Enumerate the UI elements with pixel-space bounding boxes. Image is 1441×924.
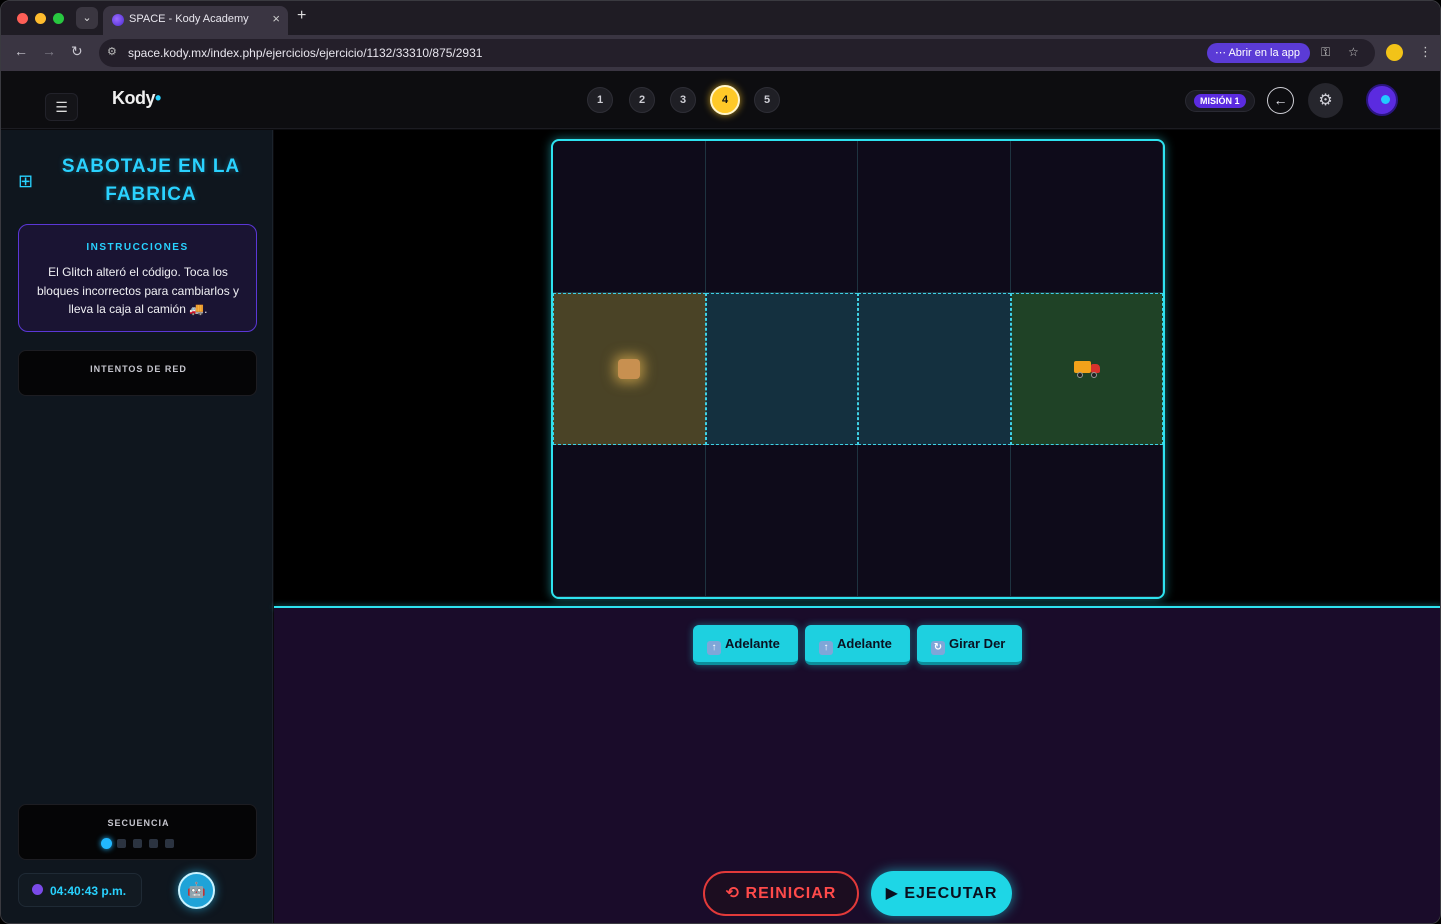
open-in-app-label: Abrir en la app — [1228, 47, 1300, 59]
close-window-button[interactable] — [17, 13, 28, 24]
settings-gear-icon[interactable]: ⚙ — [1308, 83, 1343, 118]
grid-cell — [1010, 445, 1163, 597]
instructions-label: INSTRUCCIONES — [86, 242, 189, 253]
start-cell — [553, 293, 706, 445]
run-button-label: EJECUTAR — [904, 885, 998, 902]
truck-icon — [1073, 361, 1100, 378]
browser-menu-icon[interactable]: ⋮ — [1419, 44, 1432, 60]
new-tab-button[interactable]: + — [297, 7, 306, 25]
robot-assistant-button[interactable]: 🤖 — [178, 872, 215, 909]
app-header: ☰ Kody• 1 2 3 4 5 MISIÓN 1 ← ⚙ — [1, 71, 1440, 129]
site-settings-icon[interactable]: ⚙ — [107, 45, 117, 58]
step-4-active[interactable]: 4 — [710, 85, 740, 115]
sequence-panel: SECUENCIA — [18, 804, 257, 860]
code-workspace: ↑ Adelante ↑ Adelante ↻ Girar Der ⟲ REINICIAR… — [274, 608, 1440, 923]
logo-dot: • — [155, 88, 161, 108]
back-arrow-icon[interactable]: ← — [14, 43, 28, 59]
step-5[interactable]: 5 — [754, 87, 780, 113]
sequence-label: SECUENCIA — [107, 818, 170, 828]
hamburger-menu-button[interactable]: ☰ — [45, 93, 78, 121]
clock-widget: 04:40:43 p.m. — [18, 873, 142, 907]
step-1[interactable]: 1 — [587, 87, 613, 113]
browser-tab[interactable]: SPACE - Kody Academy × — [103, 6, 288, 35]
bookmark-star-icon[interactable]: ☆ — [1348, 45, 1359, 59]
chip-icon: ⊞ — [18, 171, 34, 191]
arrow-up-icon: ↑ — [707, 641, 721, 655]
step-2[interactable]: 2 — [629, 87, 655, 113]
site-favicon-icon — [112, 14, 124, 26]
code-block-girar-der[interactable]: ↻ Girar Der — [917, 625, 1022, 665]
password-key-icon[interactable]: ⚿ — [1321, 45, 1330, 60]
profile-icon[interactable] — [1386, 44, 1403, 61]
grid-cell — [858, 445, 1011, 597]
kody-logo[interactable]: Kody• — [112, 88, 161, 109]
user-avatar[interactable] — [1366, 84, 1398, 116]
mission-title-line2: FABRICA — [105, 184, 197, 205]
url-text[interactable]: space.kody.mx/index.php/ejercicios/ejerc… — [128, 46, 482, 60]
address-bar-row: ← → ↻ ⚙ space.kody.mx/index.php/ejercici… — [1, 35, 1440, 71]
instructions-card: INSTRUCCIONES El Glitch alteró el código… — [18, 224, 257, 332]
sequence-dot — [117, 839, 126, 848]
mission-title: SABOTAJE EN LA FABRICA — [41, 153, 261, 209]
sidebar: ⊞ SABOTAJE EN LA FABRICA INSTRUCCIONES E… — [1, 130, 273, 923]
reload-icon[interactable]: ↻ — [71, 43, 83, 60]
forward-arrow-icon[interactable]: → — [42, 43, 56, 59]
code-block-adelante[interactable]: ↑ Adelante — [693, 625, 798, 665]
path-cell — [858, 293, 1011, 445]
mission-title-line1: SABOTAJE EN LA — [61, 156, 241, 177]
run-button[interactable]: ▶ EJECUTAR — [871, 871, 1012, 916]
clock-icon — [32, 884, 43, 895]
url-field[interactable]: ⚙ space.kody.mx/index.php/ejercicios/eje… — [99, 39, 1375, 67]
sequence-dot — [101, 838, 112, 849]
code-block-label: Adelante — [837, 636, 892, 651]
code-block-label: Girar Der — [949, 636, 1006, 651]
sequence-dot — [133, 839, 142, 848]
maximize-window-button[interactable] — [53, 13, 64, 24]
tab-search-button[interactable]: ⌄ — [76, 7, 98, 29]
clock-time: 04:40:43 p.m. — [50, 884, 127, 898]
grid-cell — [1010, 141, 1163, 293]
tab-close-icon[interactable]: × — [272, 11, 280, 26]
network-attempts-panel: INTENTOS DE RED — [18, 350, 257, 396]
arrow-up-icon: ↑ — [819, 641, 833, 655]
grid-cell — [705, 141, 858, 293]
reset-button-label: REINICIAR — [745, 885, 837, 902]
tab-title: SPACE - Kody Academy — [129, 13, 249, 25]
game-grid — [551, 139, 1165, 599]
code-block-adelante[interactable]: ↑ Adelante — [805, 625, 910, 665]
reset-button[interactable]: ⟲ REINICIAR — [703, 871, 859, 916]
browser-window: ⌄ SPACE - Kody Academy × + ← → ↻ ⚙ space… — [0, 0, 1441, 924]
network-attempts-label: INTENTOS DE RED — [90, 364, 187, 374]
minimize-window-button[interactable] — [35, 13, 46, 24]
step-3[interactable]: 3 — [670, 87, 696, 113]
instructions-text: El Glitch alteró el código. Toca los blo… — [36, 265, 240, 316]
logo-text: Kody — [112, 88, 156, 108]
grid-cell — [858, 141, 1011, 293]
board-area — [274, 130, 1440, 607]
sequence-dot — [165, 839, 174, 848]
grid-cell — [553, 445, 706, 597]
grid-cell — [553, 141, 706, 293]
rotate-right-icon: ↻ — [931, 641, 945, 655]
goal-cell — [1010, 293, 1163, 445]
tab-bar: ⌄ SPACE - Kody Academy × + — [1, 1, 1440, 35]
back-button[interactable]: ← — [1267, 87, 1294, 114]
grid-cell — [705, 445, 858, 597]
sequence-dot — [149, 839, 158, 848]
code-block-label: Adelante — [725, 636, 780, 651]
mission-badge: MISIÓN 1 — [1185, 90, 1255, 112]
path-cell — [705, 293, 858, 445]
open-in-app-button[interactable]: ⋯ Abrir en la app — [1207, 43, 1310, 63]
mission-badge-label: MISIÓN 1 — [1194, 94, 1246, 108]
package-box-icon — [618, 359, 641, 379]
